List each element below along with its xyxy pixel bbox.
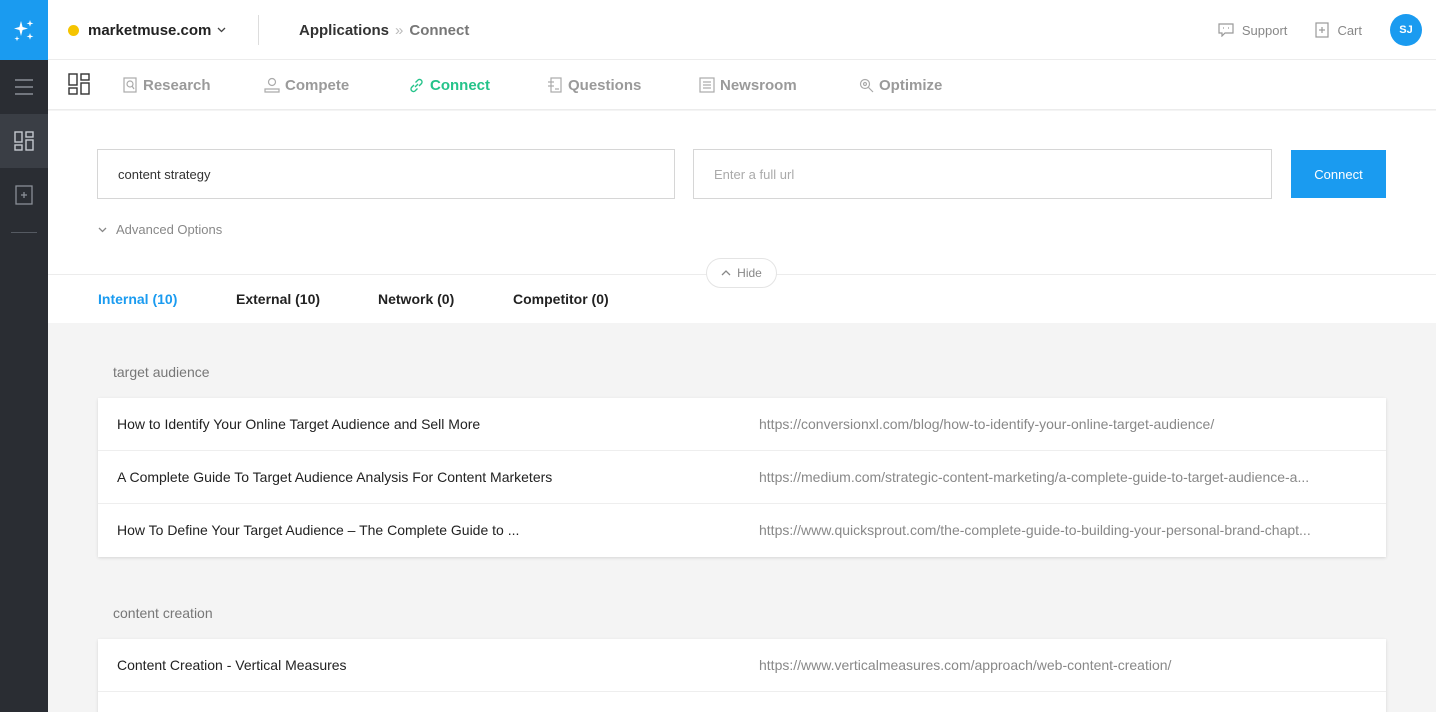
app-research-label: Research [143, 76, 211, 94]
group-title: target audience [113, 364, 210, 380]
app-compete[interactable]: Compete [264, 60, 349, 110]
result-row[interactable]: A Complete Guide To Target Audience Anal… [98, 451, 1386, 504]
breadcrumb: Applications » Connect [299, 0, 469, 60]
chevron-down-icon [217, 27, 226, 33]
hide-label: Hide [737, 266, 762, 280]
add-document-icon [15, 185, 33, 205]
result-row[interactable]: Content Creation - Vertical Measures htt… [98, 639, 1386, 692]
cart-icon [1315, 22, 1330, 38]
app-questions[interactable]: Questions [547, 60, 641, 110]
hide-form-button[interactable]: Hide [706, 258, 777, 288]
tab-network[interactable]: Network (0) [378, 275, 454, 323]
support-link[interactable]: Support [1218, 22, 1288, 38]
app-optimize[interactable]: Optimize [858, 60, 942, 110]
results-card: How to Identify Your Online Target Audie… [98, 398, 1386, 557]
marketmuse-logo[interactable] [0, 0, 48, 60]
support-label: Support [1241, 22, 1288, 38]
results-area: target audience How to Identify Your Onl… [48, 323, 1436, 712]
chevron-down-icon [98, 227, 107, 232]
result-title[interactable]: Content Creation - Vertical Measures [117, 639, 347, 692]
connect-button[interactable]: Connect [1291, 150, 1386, 198]
result-url[interactable]: https://www.verticalmeasures.com/approac… [759, 639, 1369, 692]
left-rail [0, 0, 48, 712]
result-row[interactable]: How To Define Your Target Audience – The… [98, 504, 1386, 557]
user-avatar[interactable]: SJ [1390, 14, 1422, 46]
chevron-up-icon [721, 270, 731, 276]
advanced-options-toggle[interactable]: Advanced Options [98, 222, 222, 237]
result-row[interactable] [98, 692, 1386, 712]
result-title[interactable]: How to Identify Your Online Target Audie… [117, 398, 480, 451]
app-optimize-label: Optimize [879, 76, 943, 94]
apps-grid-icon[interactable] [68, 73, 90, 95]
optimize-icon [859, 78, 874, 93]
breadcrumb-separator: » [395, 21, 404, 39]
breadcrumb-applications[interactable]: Applications [299, 22, 389, 39]
topbar-divider [258, 15, 259, 45]
result-url[interactable]: https://medium.com/strategic-content-mar… [759, 451, 1369, 504]
app-nav: Research Compete Connect Questions Newsr… [48, 60, 1436, 110]
site-status-dot [68, 24, 79, 36]
connect-form: Connect Advanced Options [48, 111, 1436, 274]
sparkle-logo-icon [14, 20, 34, 42]
result-url[interactable]: https://conversionxl.com/blog/how-to-ide… [759, 398, 1369, 451]
questions-icon [548, 77, 562, 93]
topic-input[interactable] [97, 149, 675, 199]
apps-rail-button[interactable] [0, 114, 48, 168]
group-title: content creation [113, 605, 213, 621]
tab-internal[interactable]: Internal (10) [98, 275, 177, 323]
app-connect-label: Connect [430, 76, 490, 94]
result-url[interactable]: https://www.quicksprout.com/the-complete… [759, 504, 1369, 557]
tab-external[interactable]: External (10) [236, 275, 320, 323]
research-icon [123, 77, 137, 93]
result-title[interactable]: How To Define Your Target Audience – The… [117, 504, 519, 557]
compete-icon [264, 77, 280, 93]
add-document-rail-button[interactable] [0, 168, 48, 222]
cart-label: Cart [1337, 22, 1362, 38]
apps-grid-icon [14, 131, 34, 151]
support-chat-icon [1218, 23, 1234, 37]
newsroom-icon [699, 77, 715, 93]
rail-divider [11, 232, 37, 233]
site-name: marketmuse.com [88, 21, 212, 39]
app-newsroom[interactable]: Newsroom [699, 60, 797, 110]
topbar-actions: Support Cart SJ [1218, 0, 1422, 60]
app-questions-label: Questions [568, 76, 642, 94]
hamburger-icon [15, 79, 33, 95]
app-newsroom-label: Newsroom [720, 76, 797, 94]
link-icon [410, 78, 423, 92]
site-selector[interactable]: marketmuse.com [68, 0, 226, 60]
app-connect[interactable]: Connect [408, 60, 490, 110]
breadcrumb-current: Connect [409, 21, 470, 39]
top-bar: marketmuse.com Applications » Connect Su… [48, 0, 1436, 60]
tab-competitor[interactable]: Competitor (0) [513, 275, 609, 323]
menu-button[interactable] [0, 60, 48, 114]
results-card: Content Creation - Vertical Measures htt… [98, 639, 1386, 712]
url-input[interactable] [693, 149, 1272, 199]
result-title[interactable]: A Complete Guide To Target Audience Anal… [117, 451, 552, 504]
result-row[interactable]: How to Identify Your Online Target Audie… [98, 398, 1386, 451]
advanced-options-label: Advanced Options [116, 222, 223, 237]
app-research[interactable]: Research [122, 60, 211, 110]
app-compete-label: Compete [285, 76, 350, 94]
cart-link[interactable]: Cart [1315, 22, 1362, 38]
